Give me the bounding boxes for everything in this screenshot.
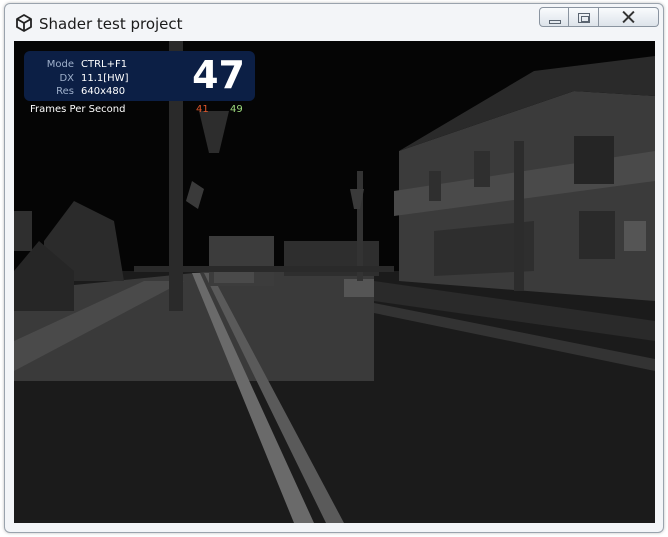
fps-max: 49 [230, 104, 243, 115]
mode-label: Mode [46, 59, 74, 70]
mode-value: CTRL+F1 [81, 59, 128, 70]
stats-panel: Mode CTRL+F1 DX 11.1[HW] Res 640x480 47 [24, 51, 255, 101]
close-icon [622, 10, 635, 24]
maximize-icon [578, 13, 590, 23]
fps-caption: Frames Per Second [30, 104, 126, 115]
close-button[interactable] [599, 7, 659, 27]
window-title: Shader test project [39, 15, 183, 33]
dx-value: 11.1[HW] [81, 73, 129, 84]
res-value: 640x480 [81, 86, 126, 97]
title-bar[interactable]: Shader test project [5, 4, 663, 40]
fps-value: 47 [192, 53, 245, 97]
minimize-button[interactable] [539, 7, 569, 27]
app-window: Shader test project Mode CTRL+F1 DX 11.1… [4, 3, 664, 533]
unity-logo-icon [16, 14, 32, 32]
game-viewport[interactable]: Mode CTRL+F1 DX 11.1[HW] Res 640x480 47 … [14, 41, 655, 523]
fps-min: 41 [196, 104, 209, 115]
minimize-icon [549, 20, 561, 24]
window-controls [539, 7, 659, 27]
res-label: Res [56, 86, 74, 97]
dx-label: DX [59, 73, 74, 84]
maximize-button[interactable] [569, 7, 599, 27]
